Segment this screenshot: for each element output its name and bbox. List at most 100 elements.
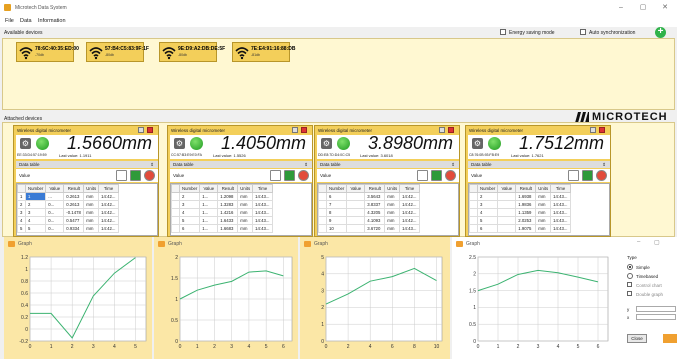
chart-icon[interactable]: [270, 170, 281, 181]
column-header: Value: [45, 184, 65, 193]
menu-data[interactable]: Data: [20, 18, 32, 24]
y-tick-label: 1: [25, 267, 28, 273]
table-row[interactable]: 5 2.0253 mm 14:43...: [469, 216, 572, 225]
table-row[interactable]: 4 4 0... 0.5477 mm 14:42...: [17, 216, 120, 225]
type-checkbox[interactable]: [627, 291, 632, 296]
wrench-icon[interactable]: ⚙: [174, 138, 185, 149]
table-cell: 0...: [45, 208, 65, 217]
type-option-label: Control chart: [636, 283, 662, 288]
table-row[interactable]: 4 1... 1.4216 mm 14:43...: [171, 208, 274, 217]
data-table-header[interactable]: Data table ⇕: [468, 161, 610, 168]
x-tick-label: 0: [29, 344, 32, 350]
close-icon[interactable]: ✕: [660, 3, 670, 13]
chart-icon[interactable]: [417, 170, 428, 181]
table-cell: mm: [535, 192, 552, 201]
collapse-icon[interactable]: ⇕: [304, 161, 308, 168]
collapse-icon[interactable]: ⇕: [150, 161, 154, 168]
status-led-icon: [488, 137, 501, 150]
table-row[interactable]: 5 1... 1.6433 mm 14:43...: [171, 216, 274, 225]
table-row[interactable]: 6 3.5643 mm 14:42...: [318, 192, 421, 201]
wrench-icon[interactable]: ⚙: [321, 138, 332, 149]
maximize-icon[interactable]: ▢: [638, 3, 648, 13]
table-row[interactable]: 10 3.6720 mm 14:43...: [318, 224, 421, 233]
type-checkbox[interactable]: [627, 282, 632, 287]
energy-saving-checkbox[interactable]: [500, 29, 506, 35]
export-excel-icon[interactable]: [431, 170, 442, 181]
table-row[interactable]: 5 5 0... 0.9334 mm 14:42...: [17, 224, 120, 233]
table-cell: [469, 224, 478, 233]
minimize-icon[interactable]: –: [616, 3, 626, 13]
action-button[interactable]: [663, 334, 677, 343]
table-cell: [318, 216, 327, 225]
graph-window[interactable]: Graph 0 0.5 1 1.5 2 0 1 2 3 4 5 6: [154, 237, 298, 359]
add-device-button[interactable]: +: [655, 27, 666, 38]
wifi-signal-icon: [89, 47, 103, 60]
chart-icon[interactable]: [116, 170, 127, 181]
table-cell: 2: [17, 200, 26, 209]
table-row[interactable]: 4 1.1359 mm 14:43...: [469, 208, 572, 217]
table-cell: 14:42...: [399, 192, 421, 201]
export-excel-icon[interactable]: [130, 170, 141, 181]
data-table-header[interactable]: Data table ⇕: [170, 161, 312, 168]
table-row[interactable]: 7 3.8337 mm 14:42...: [318, 200, 421, 209]
wrench-icon[interactable]: ⚙: [472, 138, 483, 149]
value-label: Value: [471, 173, 483, 178]
table-row[interactable]: 3 3 0... -0.1478 mm 14:42...: [17, 208, 120, 217]
table-cell: 1.2098: [217, 192, 239, 201]
table-cell: 3: [178, 200, 201, 209]
device-tile[interactable]: 7E:E4:91:16:88:DB -81db: [232, 42, 295, 62]
table-row[interactable]: 6 1.9075 mm 14:43...: [469, 224, 572, 233]
table-cell: 4: [24, 216, 47, 225]
collapse-icon[interactable]: ⇕: [602, 161, 606, 168]
export-excel-icon[interactable]: [284, 170, 295, 181]
table-cell: [318, 208, 327, 217]
table-row[interactable]: 3 1.9836 mm 14:43...: [469, 200, 572, 209]
maximize-icon[interactable]: ▢: [654, 239, 660, 246]
data-table-header[interactable]: Data table ⇕: [317, 161, 459, 168]
table-cell: 14:42...: [98, 208, 120, 217]
y-field[interactable]: [636, 306, 676, 312]
window-title: Microtech Data System: [15, 5, 67, 11]
menu-information[interactable]: Information: [38, 18, 66, 24]
table-row[interactable]: 9 4.1093 mm 14:42...: [318, 216, 421, 225]
y-tick-label: 1.5: [469, 288, 476, 294]
export-excel-icon[interactable]: [582, 170, 593, 181]
table-row[interactable]: 8 4.3205 mm 14:42...: [318, 208, 421, 217]
type-radio[interactable]: [627, 273, 633, 279]
graph-window[interactable]: Graph -0.2 0 0.2 0.4 0.6 0.8 1 1.2 0 1 2 3 4 5: [4, 237, 152, 359]
value-label: Value: [173, 173, 185, 178]
x-field[interactable]: [636, 314, 676, 320]
x-tick-label: 4: [557, 344, 560, 350]
collapse-icon[interactable]: ⇕: [451, 161, 455, 168]
table-row[interactable]: 6 1... 1.6683 mm 14:43...: [171, 224, 274, 233]
clear-icon[interactable]: [298, 170, 309, 181]
clear-icon[interactable]: [445, 170, 456, 181]
table-cell: 5: [178, 216, 201, 225]
minimize-icon[interactable]: –: [637, 239, 640, 245]
graph-window[interactable]: Graph 0 1 2 3 4 5 0 2 4 6 8 10: [300, 237, 450, 359]
data-table-header[interactable]: Data table ⇕: [16, 161, 158, 168]
table-cell: mm: [535, 208, 552, 217]
table-row[interactable]: 2 1... 1.2098 mm 14:43...: [171, 192, 274, 201]
value-toolbar: Value: [468, 169, 610, 182]
table-row[interactable]: 2 2 0... 0.2613 mm 14:42...: [17, 200, 120, 209]
device-tile[interactable]: 57:B4:C5:83:9F:1F -80db: [86, 42, 149, 62]
app-icon: [4, 4, 11, 11]
close-button[interactable]: Close: [627, 334, 647, 343]
auto-sync-label: Auto synchronization: [589, 30, 636, 36]
clear-icon[interactable]: [596, 170, 607, 181]
card-title: Wireless digital micrometer: [171, 128, 226, 133]
type-radio[interactable]: [627, 264, 633, 270]
chart-icon[interactable]: [568, 170, 579, 181]
table-cell: [171, 192, 180, 201]
clear-icon[interactable]: [144, 170, 155, 181]
table-row[interactable]: 3 1... 1.3283 mm 14:43...: [171, 200, 274, 209]
device-tile[interactable]: 9E:D9:A2:DB:DE:5F -80db: [159, 42, 225, 62]
auto-sync-checkbox[interactable]: [580, 29, 586, 35]
device-tile[interactable]: 78:6C:40:35:ED:00 -70db: [16, 42, 79, 62]
energy-saving-label: Energy saving mode: [509, 30, 555, 36]
table-row[interactable]: 2 1.6938 mm 14:43...: [469, 192, 572, 201]
table-row[interactable]: 1 1... 0.2613 mm 14:42...: [17, 192, 120, 201]
wrench-icon[interactable]: ⚙: [20, 138, 31, 149]
menu-file[interactable]: File: [5, 18, 14, 24]
